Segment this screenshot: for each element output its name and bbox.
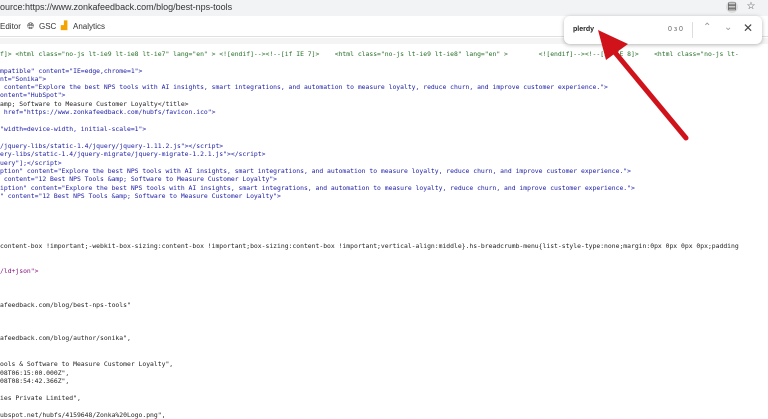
divider bbox=[692, 22, 693, 38]
source-line: /ld+json"> bbox=[0, 267, 39, 275]
source-line: uery"];</script> bbox=[0, 159, 62, 167]
find-bar: plerdy 0 з 0 ⌃ ⌄ ✕ bbox=[564, 16, 762, 44]
source-line: f]> <html class="no-js lt-ie9 lt-ie8 lt-… bbox=[0, 50, 739, 58]
source-line: ption" content="Explore the best NPS too… bbox=[0, 167, 631, 175]
source-line: href="https://www.zonkafeedback.com/hubf… bbox=[0, 108, 216, 116]
match-count: 0 з 0 bbox=[668, 26, 683, 33]
analytics-icon: ▟ bbox=[61, 21, 68, 30]
bookmark-analytics[interactable]: Analytics bbox=[73, 22, 105, 31]
source-line: /jquery-libs/static-1.4/jquery/jquery-1.… bbox=[0, 142, 224, 150]
source-line: 08T06:15:00.000Z", bbox=[0, 369, 70, 377]
source-line: ubspot.net/hubfs/4159648/Zonka%20Logo.pn… bbox=[0, 411, 166, 419]
red-arrow-annotation bbox=[598, 30, 689, 141]
next-match-icon[interactable]: ⌄ bbox=[724, 22, 732, 33]
source-line: iption" content="Explore the best NPS to… bbox=[0, 184, 635, 192]
source-line: afeedback.com/blog/best-nps-tools" bbox=[0, 301, 131, 309]
source-line: "width=device-width, initial-scale=1"> bbox=[0, 125, 147, 133]
source-line: 08T08:54:42.366Z", bbox=[0, 377, 70, 385]
source-line: content="Explore the best NPS tools with… bbox=[0, 83, 608, 91]
reader-mode-icon[interactable]: ▤ bbox=[726, 1, 738, 13]
source-line: ontent="HubSpot"> bbox=[0, 91, 66, 99]
source-line: mpatible" content="IE=edge,chrome=1"> bbox=[0, 67, 143, 75]
source-line: ies Private Limited", bbox=[0, 394, 81, 402]
address-bar[interactable]: ource:https://www.zonkafeedback.com/blog… bbox=[0, 0, 768, 16]
source-line: " content="12 Best NPS Tools &amp; Softw… bbox=[0, 192, 281, 200]
arrow-shaft bbox=[605, 41, 689, 141]
source-line: afeedback.com/blog/author/sonika", bbox=[0, 334, 131, 342]
url-text[interactable]: ource:https://www.zonkafeedback.com/blog… bbox=[0, 2, 232, 12]
source-line: nt="Sonika"> bbox=[0, 75, 47, 83]
bookmark-gsc[interactable]: GSC bbox=[39, 22, 56, 31]
globe-icon: 🌐︎ bbox=[27, 21, 35, 31]
source-line: amp; Software to Measure Customer Loyalt… bbox=[0, 100, 189, 108]
source-line: content="12 Best NPS Tools &amp; Softwar… bbox=[0, 175, 278, 183]
close-icon[interactable]: ✕ bbox=[743, 21, 753, 35]
find-input[interactable]: plerdy bbox=[573, 26, 594, 33]
source-line: ery-libs/static-1.4/jquery-migrate/jquer… bbox=[0, 150, 266, 158]
bookmark-star-icon[interactable]: ☆ bbox=[745, 1, 757, 13]
bookmark-editor[interactable]: Editor bbox=[0, 22, 21, 31]
source-line: content-box !important;-webkit-box-sizin… bbox=[0, 242, 739, 250]
previous-match-icon[interactable]: ⌃ bbox=[703, 22, 711, 33]
source-line: ools & Software to Measure Customer Loya… bbox=[0, 360, 174, 368]
